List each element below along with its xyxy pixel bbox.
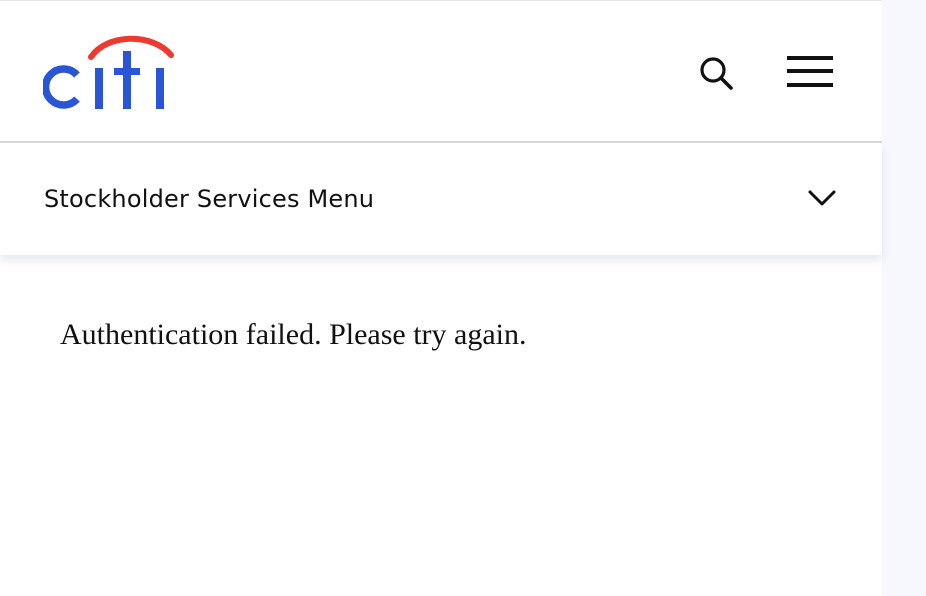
error-message: Authentication failed. Please try again. bbox=[60, 318, 527, 351]
search-button[interactable] bbox=[695, 53, 737, 93]
submenu-label: Stockholder Services Menu bbox=[44, 185, 375, 213]
page: Stockholder Services Menu Authentication… bbox=[0, 0, 926, 596]
citi-logo[interactable] bbox=[41, 33, 175, 111]
hamburger-menu-icon bbox=[787, 56, 833, 87]
search-icon bbox=[700, 57, 733, 90]
chevron-down-icon bbox=[808, 190, 836, 206]
stockholder-services-menu-toggle[interactable]: Stockholder Services Menu bbox=[0, 143, 882, 255]
citi-logo-icon bbox=[41, 35, 174, 109]
right-gutter bbox=[882, 0, 926, 596]
main-menu-button[interactable] bbox=[785, 52, 835, 92]
site-header bbox=[0, 1, 882, 141]
